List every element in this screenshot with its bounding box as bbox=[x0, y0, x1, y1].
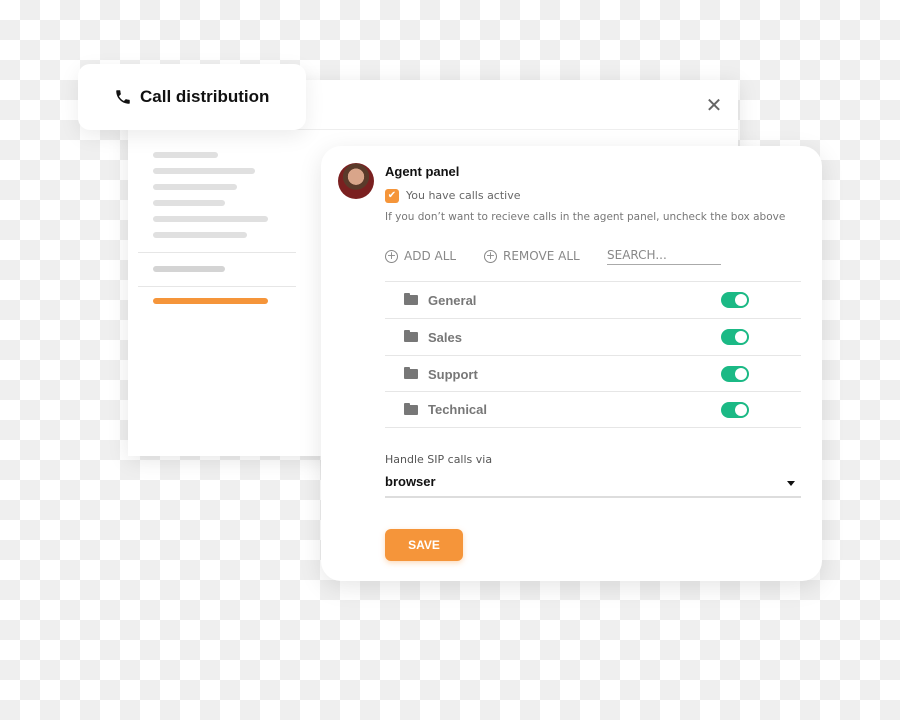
queue-name: Support bbox=[428, 366, 478, 382]
queue-name: Sales bbox=[428, 329, 462, 345]
queue-name: Technical bbox=[428, 402, 488, 417]
queue-toggle[interactable] bbox=[721, 292, 749, 308]
sidebar-placeholder bbox=[153, 232, 247, 238]
queue-row: Support bbox=[385, 355, 801, 392]
save-button[interactable]: SAVE bbox=[385, 529, 463, 561]
sidebar-active-item[interactable] bbox=[153, 298, 268, 304]
plus-circle-icon: + bbox=[484, 248, 497, 263]
remove-all-button[interactable]: + REMOVE ALL bbox=[484, 249, 580, 263]
sip-label: Handle SIP calls via bbox=[385, 453, 493, 466]
search-input[interactable] bbox=[607, 248, 721, 265]
sidebar-placeholder bbox=[153, 200, 225, 206]
divider bbox=[138, 286, 296, 287]
queue-toggle[interactable] bbox=[721, 329, 749, 345]
add-all-button[interactable]: + ADD ALL bbox=[385, 249, 456, 263]
calls-active-checkbox[interactable]: ✔ bbox=[385, 189, 399, 203]
divider bbox=[138, 252, 296, 253]
help-text: If you don’t want to recieve calls in th… bbox=[385, 211, 786, 223]
sidebar-placeholder bbox=[153, 266, 225, 272]
queue-row: Sales bbox=[385, 318, 801, 355]
sidebar-placeholder bbox=[153, 168, 255, 174]
window-title-tab: Call distribution bbox=[78, 64, 306, 130]
sidebar-placeholder bbox=[153, 184, 237, 190]
queue-name: General bbox=[428, 292, 477, 308]
calls-active-label: You have calls active bbox=[406, 189, 521, 202]
queue-toggle[interactable] bbox=[721, 401, 749, 418]
avatar bbox=[338, 163, 374, 199]
window-title: Call distribution bbox=[140, 87, 270, 106]
phone-icon bbox=[116, 90, 130, 104]
queue-row: General bbox=[385, 281, 801, 318]
sip-value: browser bbox=[385, 474, 436, 489]
folder-icon bbox=[404, 293, 418, 305]
queue-toggle[interactable] bbox=[721, 366, 749, 382]
folder-icon bbox=[404, 330, 418, 342]
caret-down-icon bbox=[787, 481, 795, 486]
remove-all-label: REMOVE ALL bbox=[503, 249, 580, 263]
queue-row: Technical bbox=[385, 391, 801, 428]
folder-icon bbox=[404, 367, 418, 379]
plus-circle-icon: + bbox=[385, 248, 398, 263]
sidebar-placeholder bbox=[153, 216, 268, 222]
panel-title: Agent panel bbox=[385, 164, 460, 179]
sidebar-placeholder bbox=[153, 152, 218, 158]
folder-icon bbox=[404, 402, 418, 415]
sip-select[interactable]: browser bbox=[385, 474, 801, 498]
add-all-label: ADD ALL bbox=[404, 249, 457, 263]
close-icon[interactable]: ✕ bbox=[703, 94, 725, 116]
